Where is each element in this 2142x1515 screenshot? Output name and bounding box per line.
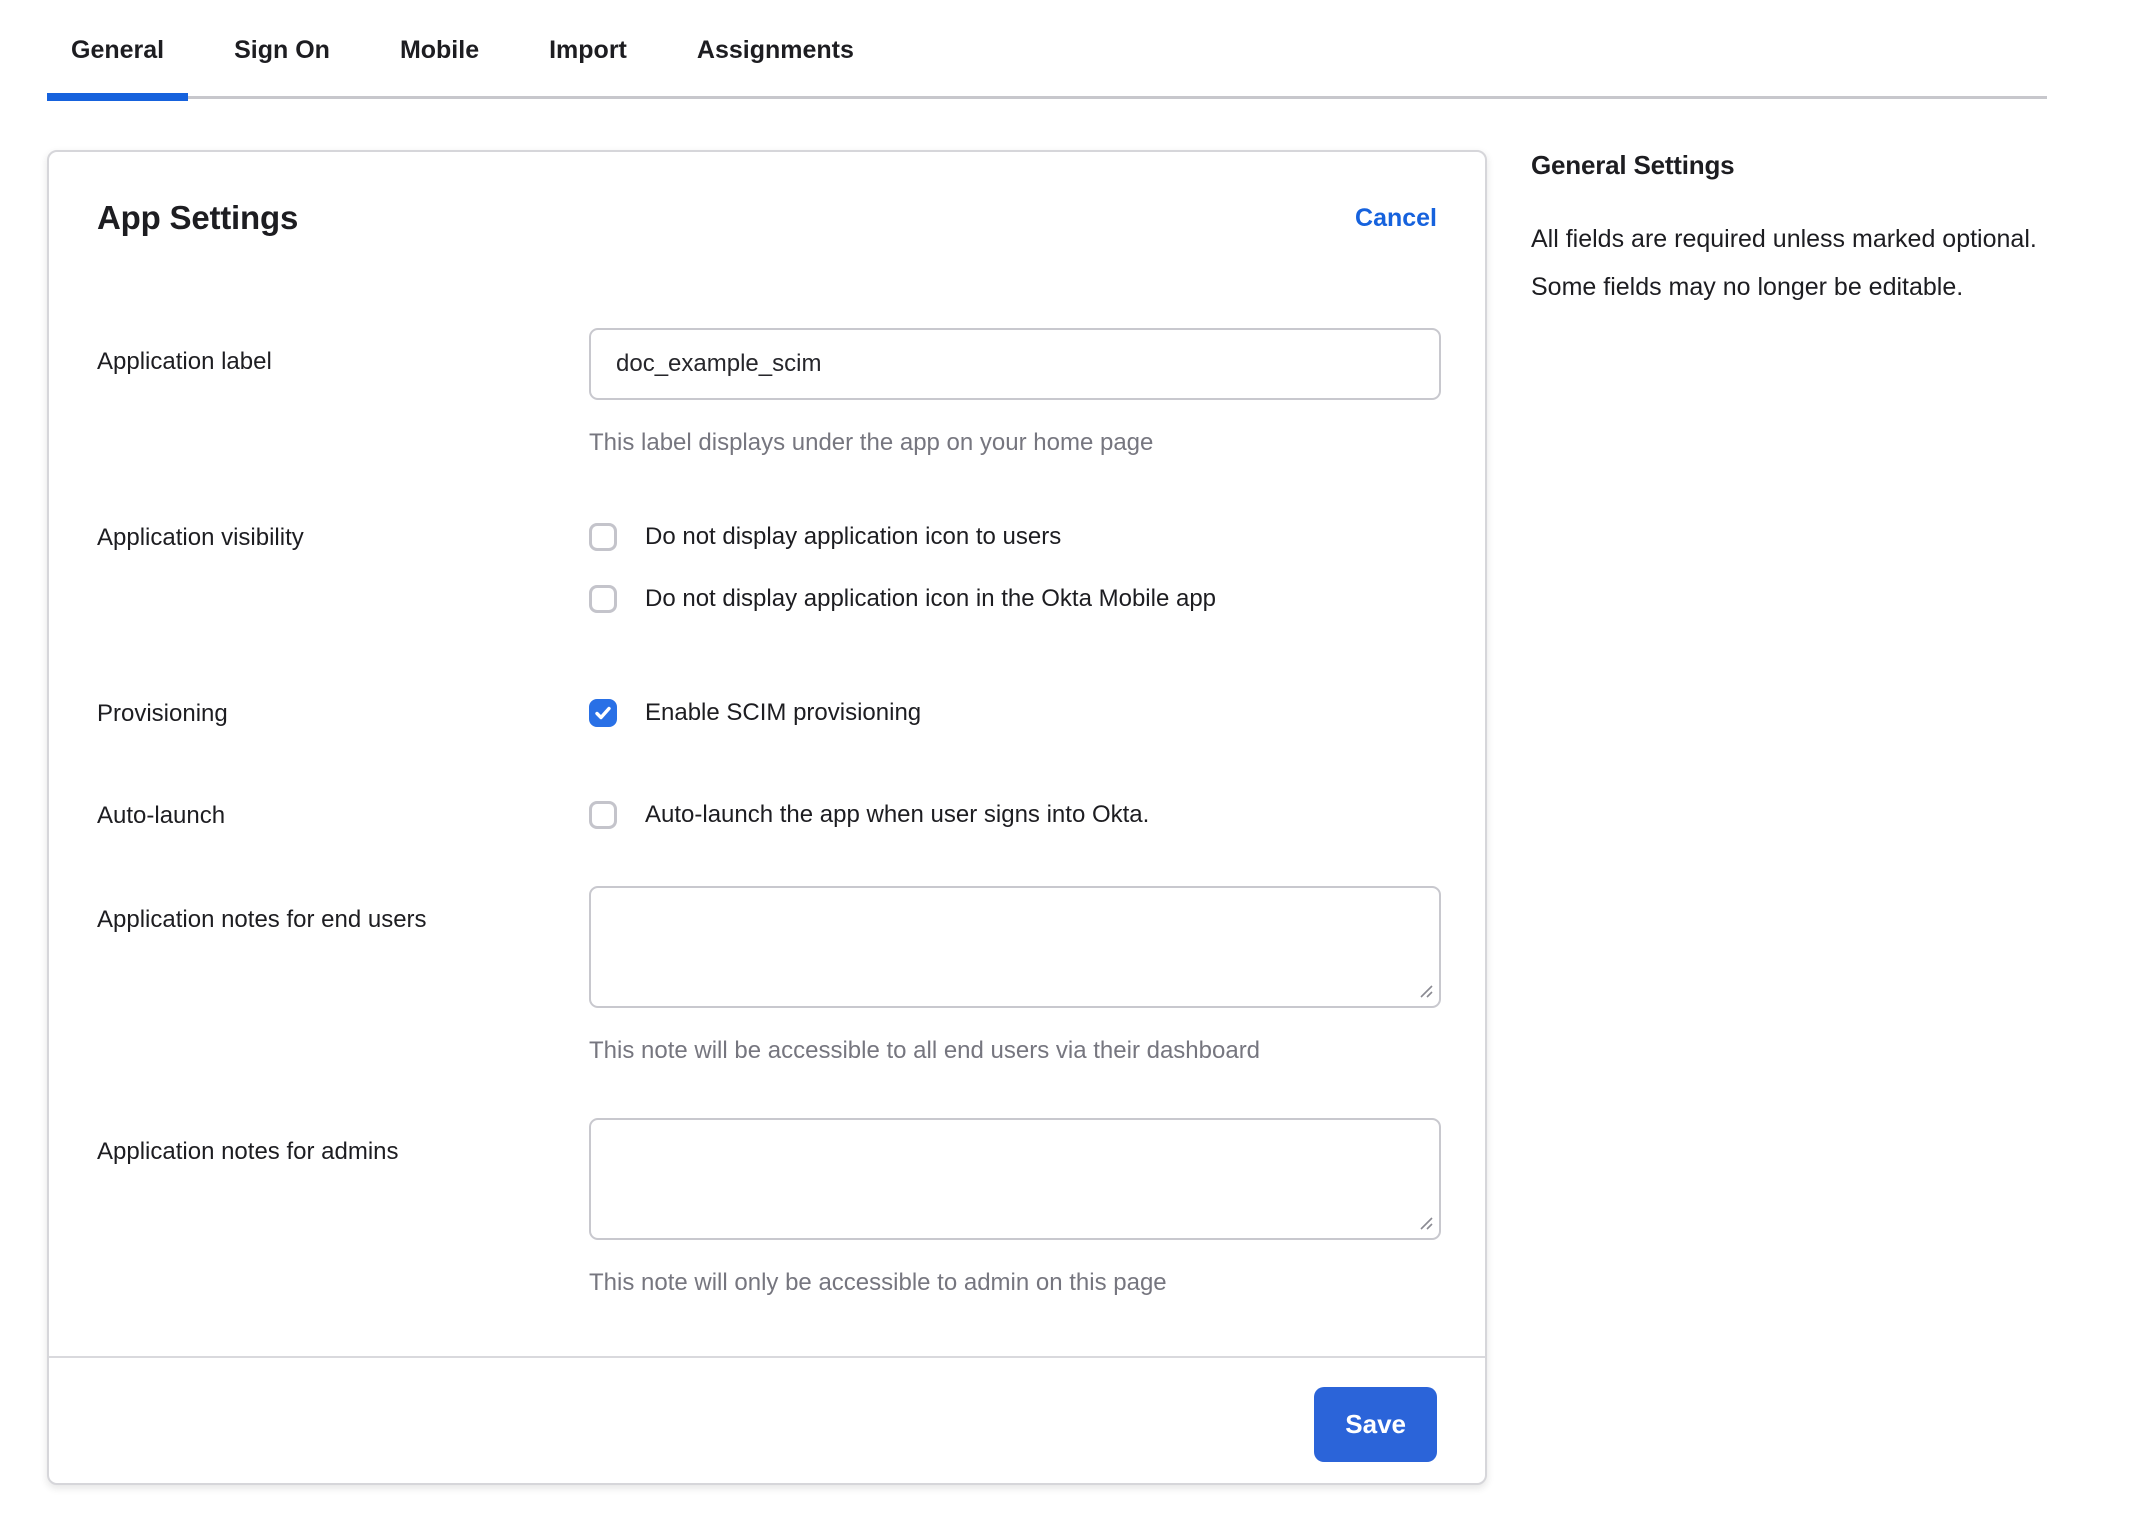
checkbox-option-hide-icon-mobile[interactable]: Do not display application icon in the O… xyxy=(589,584,1441,614)
notes-end-users-label: Application notes for end users xyxy=(97,886,589,1066)
card-footer: Save xyxy=(49,1356,1485,1483)
form-row-application-label: Application label This label displays un… xyxy=(97,328,1437,458)
cancel-link[interactable]: Cancel xyxy=(1355,204,1437,233)
help-panel-title: General Settings xyxy=(1531,150,2071,181)
checkmark-icon xyxy=(594,704,612,722)
notes-admins-textarea[interactable] xyxy=(589,1118,1441,1240)
card-header: App Settings Cancel xyxy=(97,196,1437,240)
tab-sign-on[interactable]: Sign On xyxy=(210,36,354,96)
form-row-auto-launch: Auto-launch Auto-launch the app when use… xyxy=(97,800,1437,830)
tab-bar: General Sign On Mobile Import Assignment… xyxy=(47,0,2047,99)
form-row-application-visibility: Application visibility Do not display ap… xyxy=(97,522,1437,614)
content-layout: App Settings Cancel Application label Th… xyxy=(0,150,2142,1485)
checkbox[interactable] xyxy=(589,801,617,829)
checkbox-option-enable-scim[interactable]: Enable SCIM provisioning xyxy=(589,698,1441,728)
application-visibility-label: Application visibility xyxy=(97,522,589,614)
notes-admins-help: This note will only be accessible to adm… xyxy=(589,1268,1441,1298)
page: General Sign On Mobile Import Assignment… xyxy=(0,0,2142,1515)
tab-assignments[interactable]: Assignments xyxy=(673,36,878,96)
save-button[interactable]: Save xyxy=(1314,1387,1437,1462)
notes-admins-label: Application notes for admins xyxy=(97,1118,589,1298)
form-row-notes-end-users: Application notes for end users This not… xyxy=(97,886,1437,1066)
resize-handle-icon[interactable] xyxy=(1418,983,1434,999)
application-label-label: Application label xyxy=(97,328,589,458)
application-label-help: This label displays under the app on you… xyxy=(589,428,1441,458)
option-label: Auto-launch the app when user signs into… xyxy=(645,800,1149,830)
page-title: App Settings xyxy=(97,199,298,237)
checkbox[interactable] xyxy=(589,699,617,727)
checkbox-option-hide-icon-users[interactable]: Do not display application icon to users xyxy=(589,522,1441,552)
checkbox[interactable] xyxy=(589,585,617,613)
notes-end-users-textarea[interactable] xyxy=(589,886,1441,1008)
general-settings-help-panel: General Settings All fields are required… xyxy=(1531,150,2071,311)
form-row-provisioning: Provisioning Enable SCIM provisioning xyxy=(97,698,1437,728)
option-label: Enable SCIM provisioning xyxy=(645,698,921,728)
form-row-notes-admins: Application notes for admins This note w… xyxy=(97,1118,1437,1298)
checkbox-option-auto-launch[interactable]: Auto-launch the app when user signs into… xyxy=(589,800,1441,830)
notes-end-users-help: This note will be accessible to all end … xyxy=(589,1036,1441,1066)
resize-handle-icon[interactable] xyxy=(1418,1215,1434,1231)
option-label: Do not display application icon to users xyxy=(645,522,1061,552)
app-settings-card: App Settings Cancel Application label Th… xyxy=(47,150,1487,1485)
application-label-input[interactable] xyxy=(589,328,1441,400)
tab-import[interactable]: Import xyxy=(525,36,651,96)
auto-launch-label: Auto-launch xyxy=(97,800,589,830)
tab-general[interactable]: General xyxy=(47,36,188,96)
checkbox[interactable] xyxy=(589,523,617,551)
provisioning-label: Provisioning xyxy=(97,698,589,728)
help-panel-body: All fields are required unless marked op… xyxy=(1531,215,2071,311)
tab-mobile[interactable]: Mobile xyxy=(376,36,503,96)
option-label: Do not display application icon in the O… xyxy=(645,584,1216,614)
